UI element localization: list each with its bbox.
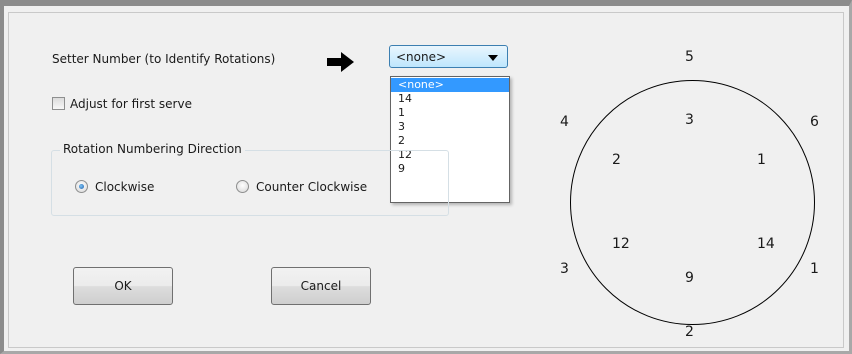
inner-position-lower-left: 12 — [612, 236, 630, 252]
rotation-direction-title: Rotation Numbering Direction — [60, 142, 245, 156]
outer-position-upper-right: 6 — [810, 114, 819, 130]
right-arrow-icon — [327, 52, 354, 72]
setter-selected-value: <none> — [396, 50, 447, 64]
setter-option[interactable]: 3 — [391, 120, 509, 134]
outer-position-bottom: 2 — [685, 324, 694, 340]
adjust-first-serve-label[interactable]: Adjust for first serve — [70, 97, 192, 111]
inner-position-upper-right: 1 — [757, 152, 766, 168]
outer-position-top: 5 — [685, 49, 694, 65]
chevron-down-icon[interactable] — [488, 55, 498, 61]
setter-option[interactable]: 14 — [391, 92, 509, 106]
radio-selected-dot — [79, 184, 84, 189]
setter-number-label: Setter Number (to Identify Rotations) — [52, 52, 276, 66]
ok-button[interactable]: OK — [73, 267, 173, 305]
inner-position-top: 3 — [685, 112, 694, 128]
cancel-button[interactable]: Cancel — [271, 267, 371, 305]
setter-option[interactable]: 1 — [391, 106, 509, 120]
setter-option[interactable]: <none> — [391, 78, 509, 92]
setter-number-dropdown[interactable]: <none> — [389, 45, 508, 68]
clockwise-radio[interactable] — [75, 180, 88, 193]
inner-position-bottom: 9 — [685, 270, 694, 286]
adjust-first-serve-checkbox[interactable] — [52, 97, 65, 110]
inner-position-lower-right: 14 — [757, 236, 775, 252]
counter-clockwise-radio[interactable] — [236, 180, 249, 193]
setter-option[interactable]: 2 — [391, 134, 509, 148]
outer-position-lower-right: 1 — [810, 261, 819, 277]
outer-position-lower-left: 3 — [560, 261, 569, 277]
counter-clockwise-label[interactable]: Counter Clockwise — [256, 180, 367, 194]
clockwise-label[interactable]: Clockwise — [95, 180, 154, 194]
inner-position-upper-left: 2 — [612, 152, 621, 168]
outer-position-upper-left: 4 — [560, 114, 569, 130]
